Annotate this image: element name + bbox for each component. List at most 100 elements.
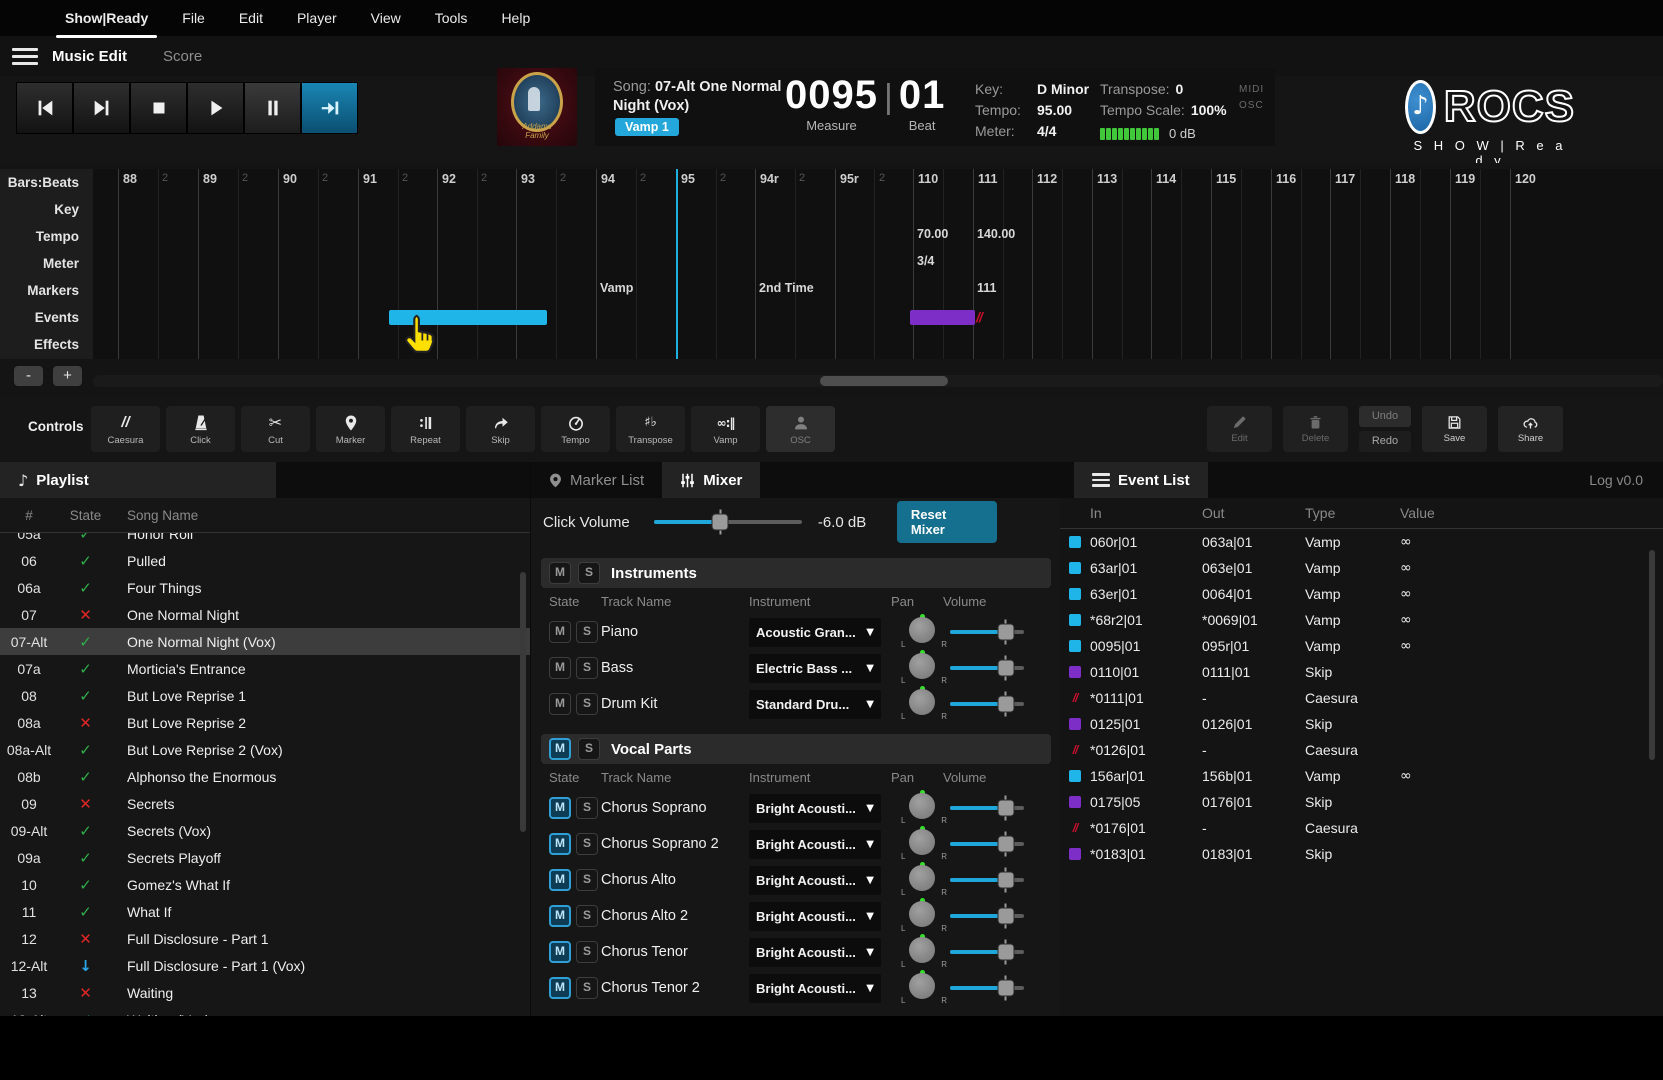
track-volume-slider[interactable] [950, 836, 1024, 852]
cut-tool-button[interactable]: ✂ Cut [241, 406, 310, 452]
slider-thumb[interactable] [998, 944, 1013, 960]
transport-jump-to-end-button[interactable] [301, 82, 358, 134]
pan-knob[interactable]: LR [898, 862, 950, 898]
timeline-grid[interactable]: 88 89 90 91 92 93 94 95 94r 95r 110 111 112 113 114 115… [93, 169, 1663, 359]
slider-thumb[interactable] [998, 908, 1013, 924]
caesura-event-marker[interactable]: // [976, 309, 983, 325]
event-row[interactable]: // *0126|01 - Caesura [1060, 737, 1663, 763]
event-row[interactable]: 63ar|01 063e|01 Vamp ∞ [1060, 555, 1663, 581]
marker-tool-button[interactable]: Marker [316, 406, 385, 452]
pan-knob-dial[interactable] [909, 973, 935, 999]
track-solo-button[interactable]: S [576, 657, 598, 679]
transport-pause-button[interactable] [244, 82, 301, 134]
marker-label[interactable]: Vamp [600, 281, 633, 295]
instrument-dropdown[interactable]: Electric Bass ... ▼ [749, 653, 881, 683]
pan-knob-dial[interactable] [909, 617, 935, 643]
playlist-row[interactable]: 08a ✕ But Love Reprise 2 [0, 709, 530, 736]
transport-stop-button[interactable] [130, 82, 187, 134]
section-mute-button[interactable]: M [549, 562, 571, 584]
section-mute-button[interactable]: M [549, 738, 571, 760]
pan-knob[interactable]: LR [898, 686, 950, 722]
track-mute-button[interactable]: M [549, 941, 571, 963]
share-button[interactable]: Share [1498, 406, 1563, 452]
track-volume-slider[interactable] [950, 696, 1024, 712]
event-row[interactable]: // *0111|01 - Caesura [1060, 685, 1663, 711]
section-solo-button[interactable]: S [578, 562, 600, 584]
track-mute-button[interactable]: M [549, 833, 571, 855]
event-row[interactable]: 060r|01 063a|01 Vamp ∞ [1060, 529, 1663, 555]
playlist-row[interactable]: 07 ✕ One Normal Night [0, 601, 530, 628]
event-row[interactable]: 0110|01 0111|01 Skip [1060, 659, 1663, 685]
redo-button[interactable]: Redo [1359, 431, 1411, 452]
transport-play-button[interactable] [187, 82, 244, 134]
track-volume-slider[interactable] [950, 908, 1024, 924]
timeline-scrollbar-thumb[interactable] [820, 376, 948, 386]
event-row[interactable]: 156ar|01 156b|01 Vamp ∞ [1060, 763, 1663, 789]
track-volume-slider[interactable] [950, 980, 1024, 996]
playlist-row[interactable]: 12 ✕ Full Disclosure - Part 1 [0, 925, 530, 952]
track-volume-slider[interactable] [950, 944, 1024, 960]
instrument-dropdown[interactable]: Bright Acousti... ▼ [749, 973, 881, 1003]
pan-knob-dial[interactable] [909, 653, 935, 679]
transport-skip-back-button[interactable] [16, 82, 73, 134]
slider-thumb[interactable] [998, 624, 1013, 640]
track-solo-button[interactable]: S [576, 905, 598, 927]
playlist-row[interactable]: 08b ✓ Alphonso the Enormous [0, 763, 530, 790]
skip-event-bar[interactable] [910, 310, 975, 325]
event-row[interactable]: 0095|01 095r|01 Vamp ∞ [1060, 633, 1663, 659]
playlist-row[interactable]: 07-Alt ✓ One Normal Night (Vox) [0, 628, 530, 655]
tab-score[interactable]: Score [163, 48, 202, 65]
repeat-tool-button[interactable]: Repeat [391, 406, 460, 452]
playlist-row[interactable]: 13-Alt✓ Waiting (Vox) [0, 1006, 530, 1017]
event-row[interactable]: // *0176|01 - Caesura [1060, 815, 1663, 841]
slider-thumb[interactable] [998, 872, 1013, 888]
instrument-dropdown[interactable]: Bright Acousti... ▼ [749, 937, 881, 967]
transpose-tool-button[interactable]: ♯♭ Transpose [616, 406, 685, 452]
event-row[interactable]: 63er|01 0064|01 Vamp ∞ [1060, 581, 1663, 607]
track-solo-button[interactable]: S [576, 797, 598, 819]
menu-file[interactable]: File [165, 0, 222, 36]
track-solo-button[interactable]: S [576, 869, 598, 891]
track-mute-button[interactable]: M [549, 657, 571, 679]
track-solo-button[interactable]: S [576, 941, 598, 963]
tempo-change-label[interactable]: 140.00 [977, 227, 1015, 241]
pan-knob[interactable]: LR [898, 826, 950, 862]
zoom-in-button[interactable]: + [53, 366, 82, 386]
event-list-tab[interactable]: Event List [1074, 462, 1208, 498]
menu-player[interactable]: Player [280, 0, 354, 36]
track-solo-button[interactable]: S [576, 621, 598, 643]
playlist-row[interactable]: 13 ✕ Waiting [0, 979, 530, 1006]
playlist-row[interactable]: 11 ✓ What If [0, 898, 530, 925]
pan-knob[interactable]: LR [898, 614, 950, 650]
slider-thumb[interactable] [998, 836, 1013, 852]
instrument-dropdown[interactable]: Bright Acousti... ▼ [749, 865, 881, 895]
playlist-row[interactable]: 09a ✓ Secrets Playoff [0, 844, 530, 871]
tab-music-edit[interactable]: Music Edit [52, 48, 127, 65]
menu-view[interactable]: View [354, 0, 418, 36]
slider-thumb[interactable] [998, 660, 1013, 676]
pan-knob-dial[interactable] [909, 901, 935, 927]
slider-thumb[interactable] [998, 696, 1013, 712]
menu-tools[interactable]: Tools [418, 0, 485, 36]
click-tool-button[interactable]: Click [166, 406, 235, 452]
pan-knob[interactable]: LR [898, 898, 950, 934]
skip-tool-button[interactable]: Skip [466, 406, 535, 452]
pan-knob[interactable]: LR [898, 970, 950, 1006]
track-volume-slider[interactable] [950, 660, 1024, 676]
slider-thumb[interactable] [998, 980, 1013, 996]
playlist-row[interactable]: 07a ✓ Morticia's Entrance [0, 655, 530, 682]
instrument-dropdown[interactable]: Bright Acousti... ▼ [749, 901, 881, 931]
menu-app[interactable]: Show|Ready [48, 0, 165, 38]
pan-knob[interactable]: LR [898, 790, 950, 826]
pan-knob-dial[interactable] [909, 937, 935, 963]
transport-skip-forward-button[interactable] [73, 82, 130, 134]
playlist-row[interactable]: 09-Alt ✓ Secrets (Vox) [0, 817, 530, 844]
instrument-dropdown[interactable]: Acoustic Gran... ▼ [749, 617, 881, 647]
section-solo-button[interactable]: S [578, 738, 600, 760]
event-row[interactable]: *68r2|01 *0069|01 Vamp ∞ [1060, 607, 1663, 633]
track-volume-slider[interactable] [950, 872, 1024, 888]
event-list-scrollbar[interactable] [1649, 550, 1655, 760]
track-solo-button[interactable]: S [576, 833, 598, 855]
track-mute-button[interactable]: M [549, 869, 571, 891]
playlist-scrollbar[interactable] [520, 572, 526, 832]
